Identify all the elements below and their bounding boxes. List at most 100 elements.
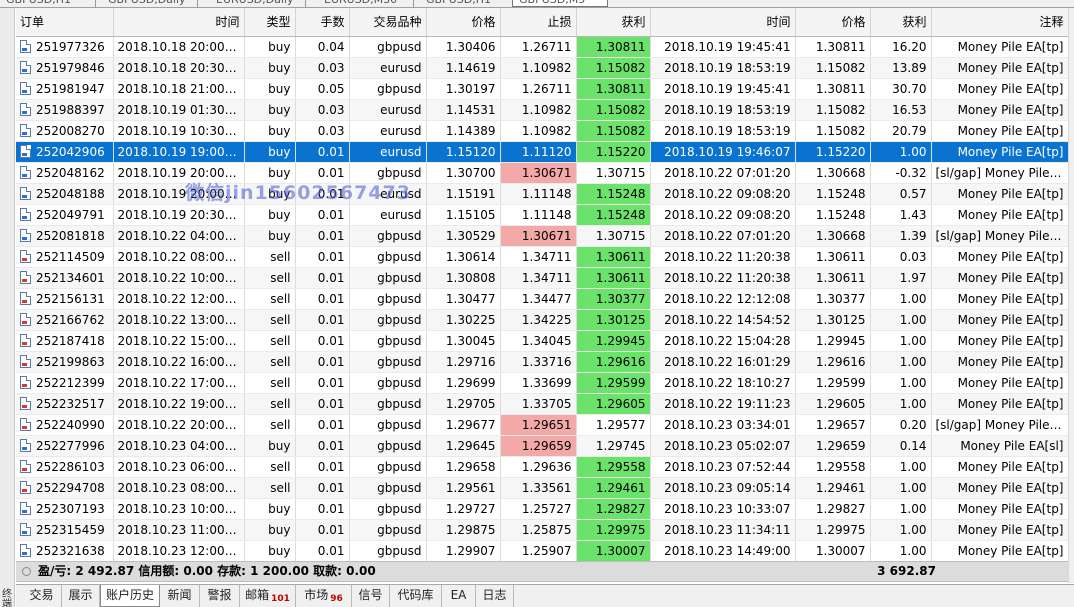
order-cell: 252048188 — [16, 183, 114, 205]
type-cell: buy — [244, 141, 296, 163]
close-time-cell: 2018.10.23 14:49:00 — [650, 540, 796, 562]
table-row[interactable]: 252008270 2018.10.19 10:30:05 buy 0.03 eurus… — [16, 120, 1069, 142]
terminal-tab[interactable]: 警报 — [200, 585, 240, 607]
close-price-cell: 1.30668 — [795, 162, 871, 184]
col-header-lots[interactable]: 手数 — [295, 8, 350, 37]
table-row[interactable]: 252166762 2018.10.22 13:00:10 sell 0.01 gbpu… — [16, 309, 1069, 331]
chart-tab[interactable]: GBPUSD,H1 — [0, 0, 96, 7]
terminal-tab[interactable]: 展示 — [62, 585, 100, 607]
table-row[interactable]: 252240990 2018.10.22 20:00:06 sell 0.01 gbpu… — [16, 414, 1069, 436]
chart-tab[interactable]: GBPUSD,H1 — [420, 0, 516, 7]
terminal-tab[interactable]: EA — [442, 585, 476, 607]
col-header-profit[interactable]: 获利 — [870, 8, 932, 37]
lots-cell: 0.01 — [295, 351, 350, 373]
lots-cell: 0.05 — [295, 78, 350, 100]
col-header-time[interactable]: 时间 / — [113, 8, 245, 37]
take-profit-cell: 1.15248 — [576, 204, 651, 226]
table-row[interactable]: 252294708 2018.10.23 08:00:10 sell 0.01 gbpu… — [16, 477, 1069, 499]
table-row[interactable]: 252156131 2018.10.22 12:00:07 sell 0.01 gbpu… — [16, 288, 1069, 310]
open-time-cell: 2018.10.22 08:00:06 — [113, 246, 245, 268]
table-row[interactable]: 252286103 2018.10.23 06:00:05 sell 0.01 gbpu… — [16, 456, 1069, 478]
open-price-cell: 1.29645 — [426, 435, 501, 457]
table-row[interactable]: 252081818 2018.10.22 04:00:02 buy 0.01 gbpus… — [16, 225, 1069, 247]
order-number: 252294708 — [36, 480, 105, 495]
col-header-close-price[interactable]: 价格 — [795, 8, 871, 37]
terminal-tab[interactable]: 交易 — [22, 585, 62, 607]
close-price-cell: 1.29461 — [795, 477, 871, 499]
buy-order-icon — [20, 543, 31, 557]
table-row[interactable]: 251979846 2018.10.18 20:30:04 buy 0.03 eurus… — [16, 57, 1069, 79]
chart-tab[interactable]: GBPUSD,Daily — [102, 0, 198, 7]
col-header-order[interactable]: 订单 — [16, 8, 114, 37]
chart-tab[interactable]: GBPUSD,M5 — [512, 0, 608, 7]
table-row[interactable]: 252114509 2018.10.22 08:00:06 sell 0.01 gbpu… — [16, 246, 1069, 268]
table-row[interactable]: 252307193 2018.10.23 10:00:01 buy 0.01 gbpus… — [16, 498, 1069, 520]
terminal-tab[interactable]: 新闻 — [160, 585, 200, 607]
terminal-tab[interactable]: 邮箱 101 — [240, 585, 296, 607]
close-price-cell: 1.15082 — [795, 99, 871, 121]
table-row[interactable]: 252187418 2018.10.22 15:00:08 sell 0.01 gbpu… — [16, 330, 1069, 352]
watermark-text: 微信jin15602567473 — [185, 182, 411, 204]
table-row[interactable]: 251988397 2018.10.19 01:30:05 buy 0.03 eurus… — [16, 99, 1069, 121]
chart-tab-strip: GBPUSD,H1 GBPUSD,Daily EURUSD,Daily EURUSD,… — [0, 0, 1074, 8]
sell-order-icon — [20, 312, 31, 326]
stop-loss-cell: 1.11148 — [500, 204, 577, 226]
table-row[interactable]: 252321638 2018.10.23 12:00:06 buy 0.01 gbpus… — [16, 540, 1069, 562]
table-row[interactable]: 252199863 2018.10.22 16:00:05 sell 0.01 gbpu… — [16, 351, 1069, 373]
col-header-type[interactable]: 类型 — [244, 8, 296, 37]
comment-cell: Money Pile EA[tp] — [931, 519, 1069, 541]
terminal-tab[interactable]: 信号 — [352, 585, 390, 607]
close-price-cell: 1.15220 — [795, 141, 871, 163]
take-profit-cell: 1.15082 — [576, 120, 651, 142]
chart-tab[interactable]: EURUSD,Daily — [210, 0, 306, 7]
table-row[interactable]: 251981947 2018.10.18 21:00:06 buy 0.05 gbpus… — [16, 78, 1069, 100]
vertical-scrollbar[interactable] — [1068, 8, 1074, 583]
col-header-comment[interactable]: 注释 — [931, 8, 1069, 37]
col-header-close-time[interactable]: 时间 — [650, 8, 796, 37]
comment-cell: Money Pile EA[tp] — [931, 351, 1069, 373]
close-price-cell: 1.30811 — [795, 78, 871, 100]
terminal-tab-badge: 96 — [330, 594, 343, 604]
comment-cell: Money Pile EA[tp] — [931, 36, 1069, 58]
chart-tab[interactable]: EURUSD,M30 — [318, 0, 414, 7]
col-header-tp[interactable]: 获利 — [576, 8, 651, 37]
sell-order-icon — [20, 480, 31, 494]
table-row[interactable]: 252049791 2018.10.19 20:30:04 buy 0.01 eurus… — [16, 204, 1069, 226]
open-price-cell: 1.29699 — [426, 372, 501, 394]
order-number: 252277996 — [36, 438, 105, 453]
open-time-cell: 2018.10.22 17:00:05 — [113, 372, 245, 394]
col-header-symbol[interactable]: 交易品种 — [349, 8, 427, 37]
table-row[interactable]: 252315459 2018.10.23 11:00:11 buy 0.01 gbpus… — [16, 519, 1069, 541]
order-number: 252315459 — [36, 522, 105, 537]
order-cell: 252315459 — [16, 519, 114, 541]
table-row[interactable]: 252277996 2018.10.23 04:00:03 buy 0.01 gbpus… — [16, 435, 1069, 457]
table-row[interactable]: 252048188 2018.10.19 20:00:10 buy 0.01 eurus… — [16, 183, 1069, 205]
close-time-cell: 2018.10.23 03:34:01 — [650, 414, 796, 436]
terminal-tab-label: 警报 — [207, 588, 232, 602]
close-time-cell: 2018.10.22 07:01:20 — [650, 162, 796, 184]
terminal-tab[interactable]: 市场 96 — [296, 585, 352, 607]
table-row[interactable]: 252212399 2018.10.22 17:00:05 sell 0.01 gbpu… — [16, 372, 1069, 394]
col-header-price[interactable]: 价格 — [426, 8, 501, 37]
comment-cell: Money Pile EA[tp] — [931, 183, 1069, 205]
col-header-sl[interactable]: 止损 — [500, 8, 577, 37]
order-cell: 252166762 — [16, 309, 114, 331]
take-profit-cell: 1.29745 — [576, 435, 651, 457]
terminal-tab[interactable]: 代码库 — [390, 585, 442, 607]
table-row[interactable]: 251977326 2018.10.18 20:00:11 buy 0.04 gbpus… — [16, 36, 1069, 58]
order-number: 252212399 — [36, 375, 105, 390]
terminal-tab-label: EA — [450, 588, 467, 602]
comment-cell: Money Pile EA[tp] — [931, 267, 1069, 289]
comment-cell: Money Pile EA[tp] — [931, 372, 1069, 394]
terminal-tab[interactable]: 账户历史 — [100, 585, 160, 607]
terminal-tab[interactable]: 日志 — [476, 585, 514, 607]
close-time-cell: 2018.10.22 09:08:20 — [650, 204, 796, 226]
order-cell: 252212399 — [16, 372, 114, 394]
table-row[interactable]: 252048162 2018.10.19 20:00:09 buy 0.01 gbpus… — [16, 162, 1069, 184]
type-cell: sell — [244, 351, 296, 373]
table-row[interactable]: 252232517 2018.10.22 19:00:07 sell 0.01 gbpu… — [16, 393, 1069, 415]
profit-cell: 13.89 — [870, 57, 932, 79]
table-row[interactable]: 252134601 2018.10.22 10:00:06 sell 0.01 gbpu… — [16, 267, 1069, 289]
table-row[interactable]: 252042906 2018.10.19 19:00:05 buy 0.01 eurus… — [16, 141, 1069, 163]
lots-cell: 0.03 — [295, 99, 350, 121]
